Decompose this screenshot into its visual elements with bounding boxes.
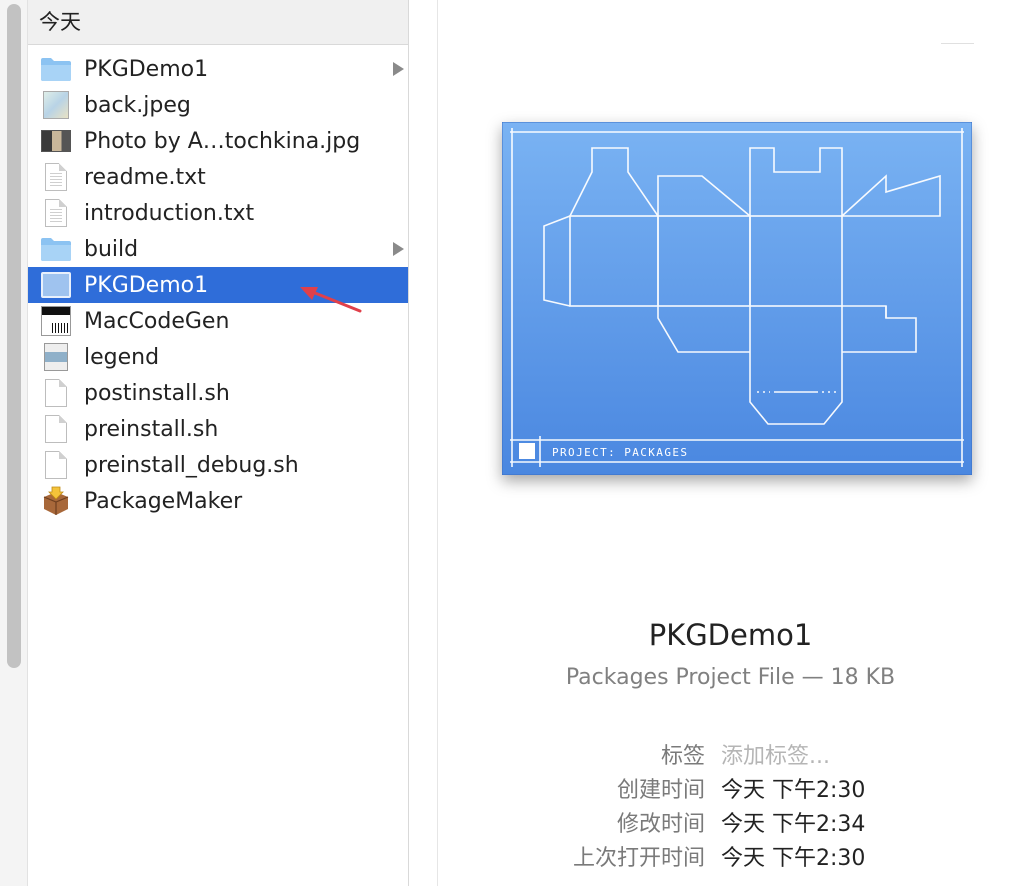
- file-name: legend: [84, 344, 160, 370]
- file-name: postinstall.sh: [84, 380, 230, 406]
- file-row[interactable]: back.jpeg: [28, 87, 408, 123]
- file-row[interactable]: preinstall_debug.sh: [28, 447, 408, 483]
- metadata-label: 修改时间: [616, 812, 705, 837]
- file-name: preinstall_debug.sh: [84, 452, 299, 478]
- metadata-value: 今天 下午2:34: [721, 812, 866, 837]
- folder-icon: [40, 54, 72, 84]
- metadata-label: 标签: [660, 744, 705, 769]
- file-row[interactable]: postinstall.sh: [28, 375, 408, 411]
- sidebar-scroll-thumb[interactable]: [7, 4, 21, 668]
- section-header-today: 今天: [28, 0, 408, 45]
- file-name: PackageMaker: [84, 488, 243, 514]
- metadata-value: 今天 下午2:30: [721, 846, 866, 871]
- legend-thumbnail-icon: [40, 342, 72, 372]
- file-row[interactable]: PackageMaker: [28, 483, 408, 519]
- metadata-label: 创建时间: [616, 778, 705, 803]
- file-name: back.jpeg: [84, 92, 191, 118]
- blank-document-icon: [40, 450, 72, 480]
- file-name: Photo by A…tochkina.jpg: [84, 128, 361, 154]
- disclosure-chevron-icon[interactable]: [393, 242, 404, 256]
- metadata-row-tags: 标签 添加标签...: [438, 738, 1022, 772]
- divider: [941, 43, 974, 44]
- disclosure-chevron-icon[interactable]: [393, 62, 404, 76]
- file-row[interactable]: build: [28, 231, 408, 267]
- blueprint-checkbox-glyph: [519, 443, 535, 459]
- packages-project-icon: [40, 270, 72, 300]
- image-thumbnail-icon: [40, 90, 72, 120]
- file-row[interactable]: PKGDemo1: [28, 51, 408, 87]
- blueprint-caption: PROJECT: PACKAGES: [552, 446, 688, 459]
- metadata-row-created: 创建时间 今天 下午2:30: [438, 772, 1022, 806]
- file-name: PKGDemo1: [84, 272, 209, 298]
- blank-document-icon: [40, 414, 72, 444]
- add-tags-field[interactable]: 添加标签...: [721, 738, 830, 770]
- text-document-icon: [40, 162, 72, 192]
- file-name: readme.txt: [84, 164, 206, 190]
- package-maker-icon: [40, 486, 72, 516]
- folder-icon: [40, 234, 72, 264]
- blueprint-preview-thumbnail: PROJECT: PACKAGES: [502, 122, 972, 475]
- metadata-row-last-opened: 上次打开时间 今天 下午2:30: [438, 840, 1022, 874]
- metadata-row-modified: 修改时间 今天 下午2:34: [438, 806, 1022, 840]
- photo-thumbnail-icon: [40, 126, 72, 156]
- app-thumbnail-icon: [40, 306, 72, 336]
- blank-document-icon: [40, 378, 72, 408]
- file-name: preinstall.sh: [84, 416, 219, 442]
- sidebar-scrollbar[interactable]: [0, 0, 28, 886]
- metadata-list: 标签 添加标签... 创建时间 今天 下午2:30 修改时间 今天 下午2:34…: [438, 738, 1022, 874]
- metadata-label: 上次打开时间: [572, 846, 705, 871]
- file-name: MacCodeGen: [84, 308, 230, 334]
- file-list-column: 今天 PKGDemo1 back.jpeg Photo by A…tochkina.…: [28, 0, 409, 886]
- file-row[interactable]: Photo by A…tochkina.jpg: [28, 123, 408, 159]
- file-row[interactable]: introduction.txt: [28, 195, 408, 231]
- file-name-title: PKGDemo1: [648, 618, 813, 652]
- file-name: introduction.txt: [84, 200, 255, 226]
- file-kind-size: Packages Project File — 18 KB: [565, 665, 896, 690]
- metadata-value: 今天 下午2:30: [721, 778, 866, 803]
- text-document-icon: [40, 198, 72, 228]
- file-row[interactable]: legend: [28, 339, 408, 375]
- file-name: PKGDemo1: [84, 56, 209, 82]
- file-row[interactable]: preinstall.sh: [28, 411, 408, 447]
- file-name: build: [84, 236, 139, 262]
- annotation-arrow-icon: [300, 287, 362, 313]
- preview-pane: PROJECT: PACKAGES PKGDemo1 Packages Proj…: [437, 0, 1022, 886]
- file-row[interactable]: readme.txt: [28, 159, 408, 195]
